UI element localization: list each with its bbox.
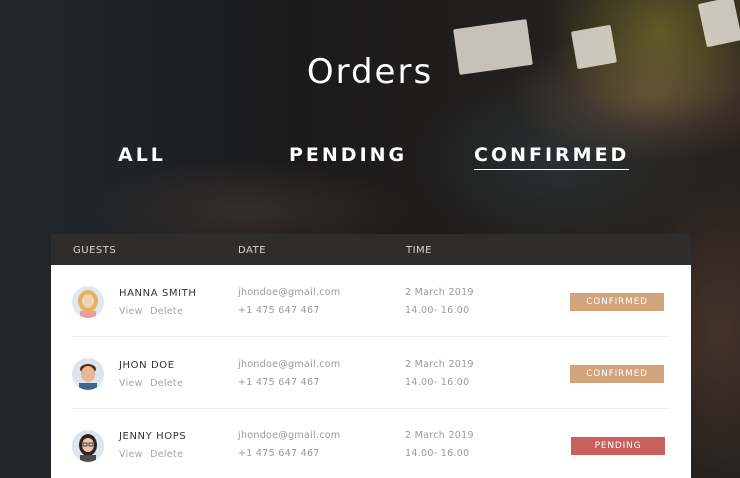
table-body: HANNA SMITH View Delete jhondoe@gmail.co… xyxy=(51,265,691,478)
view-link[interactable]: View xyxy=(119,306,143,317)
guest-name: JHON DOE xyxy=(119,360,175,371)
header-date: DATE xyxy=(238,245,267,256)
table-header: GUESTS DATE TIME xyxy=(51,234,691,265)
woman-blonde-avatar-icon xyxy=(72,286,104,318)
tab-confirmed[interactable]: CONFIRMED xyxy=(474,144,630,170)
guest-email: jhondoe@gmail.com xyxy=(238,430,341,441)
orders-table: GUESTS DATE TIME HANNA SMITH View Delete… xyxy=(51,234,691,478)
status-tabs: ALL PENDING CONFIRMED xyxy=(0,144,740,174)
status-badge: CONFIRMED xyxy=(570,293,664,311)
header-guests: GUESTS xyxy=(73,245,117,256)
guest-actions: View Delete xyxy=(119,378,183,389)
guest-phone: +1 475 647 467 xyxy=(238,377,320,388)
order-date: 2 March 2019 xyxy=(405,359,474,370)
guest-phone: +1 475 647 467 xyxy=(238,448,320,459)
header-time: TIME xyxy=(406,245,433,256)
table-row: JHON DOE View Delete jhondoe@gmail.com +… xyxy=(72,337,669,409)
delete-link[interactable]: Delete xyxy=(150,449,183,460)
man-smiling-avatar-icon xyxy=(72,358,104,390)
status-badge: PENDING xyxy=(571,437,665,455)
guest-actions: View Delete xyxy=(119,449,183,460)
guest-name: JENNY HOPS xyxy=(119,431,187,442)
order-time: 14.00- 16.00 xyxy=(405,305,470,316)
tab-pending[interactable]: PENDING xyxy=(289,144,407,169)
guest-email: jhondoe@gmail.com xyxy=(238,359,341,370)
woman-glasses-avatar-icon xyxy=(72,430,104,462)
view-link[interactable]: View xyxy=(119,378,143,389)
guest-email: jhondoe@gmail.com xyxy=(238,287,341,298)
delete-link[interactable]: Delete xyxy=(150,306,183,317)
order-date: 2 March 2019 xyxy=(405,287,474,298)
delete-link[interactable]: Delete xyxy=(150,378,183,389)
order-time: 14.00- 16.00 xyxy=(405,377,470,388)
tab-all[interactable]: ALL xyxy=(118,144,166,169)
page-title: Orders xyxy=(306,52,434,92)
guest-phone: +1 475 647 467 xyxy=(238,305,320,316)
table-row: JENNY HOPS View Delete jhondoe@gmail.com… xyxy=(72,409,669,478)
table-row: HANNA SMITH View Delete jhondoe@gmail.co… xyxy=(72,265,669,337)
order-time: 14.00- 16.00 xyxy=(405,448,470,459)
order-date: 2 March 2019 xyxy=(405,430,474,441)
guest-name: HANNA SMITH xyxy=(119,288,197,299)
status-badge: CONFIRMED xyxy=(570,365,664,383)
view-link[interactable]: View xyxy=(119,449,143,460)
guest-actions: View Delete xyxy=(119,306,183,317)
